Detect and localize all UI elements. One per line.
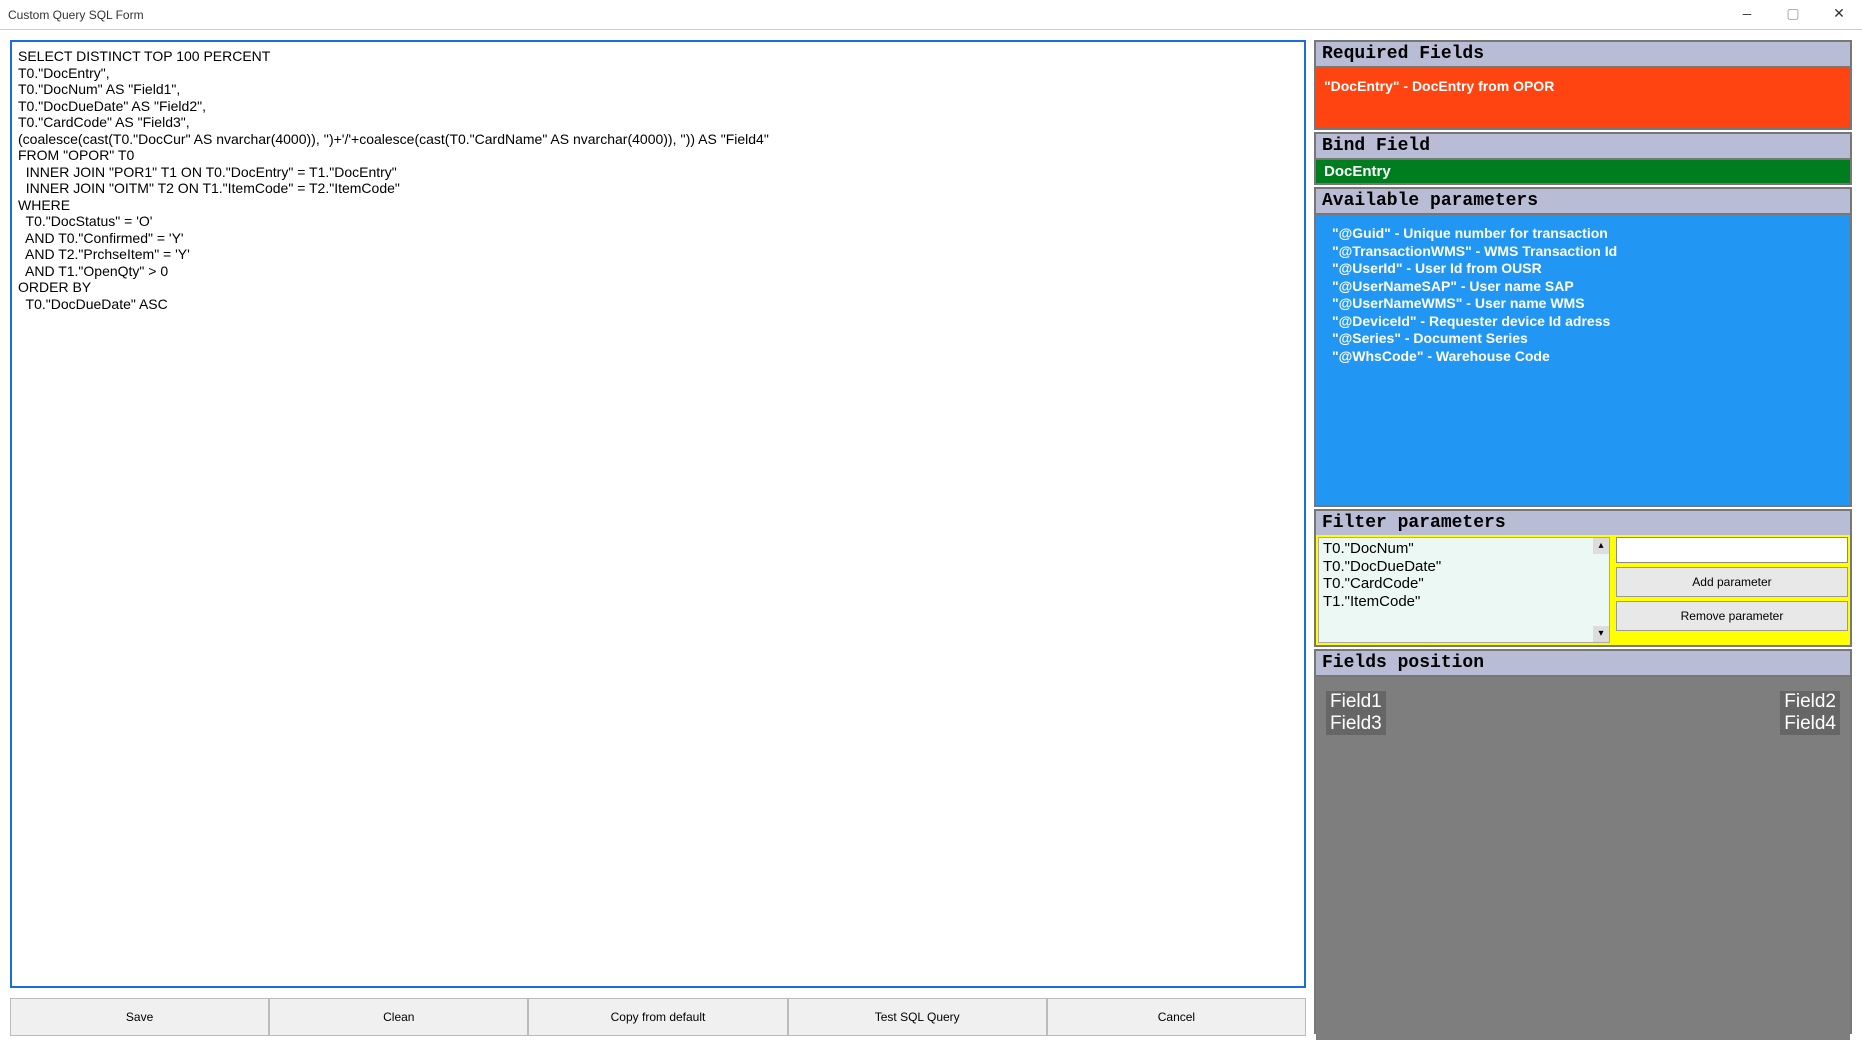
- required-fields-panel: Required Fields "DocEntry" - DocEntry fr…: [1314, 40, 1852, 130]
- fields-position-header: Fields position: [1316, 651, 1850, 677]
- param-item: "@UserNameSAP" - User name SAP: [1332, 278, 1834, 296]
- field-slot-2[interactable]: Field2: [1780, 691, 1840, 713]
- copy-default-button[interactable]: Copy from default: [528, 998, 787, 1036]
- window-title: Custom Query SQL Form: [8, 8, 144, 22]
- filter-parameters-panel: Filter parameters T0."DocNum" T0."DocDue…: [1314, 509, 1852, 647]
- param-item: "@Guid" - Unique number for transaction: [1332, 225, 1834, 243]
- filter-list[interactable]: T0."DocNum" T0."DocDueDate" T0."CardCode…: [1318, 537, 1610, 643]
- param-item: "@UserNameWMS" - User name WMS: [1332, 295, 1834, 313]
- param-item: "@TransactionWMS" - WMS Transaction Id: [1332, 243, 1834, 261]
- available-parameters-panel: Available parameters "@Guid" - Unique nu…: [1314, 187, 1852, 507]
- remove-parameter-button[interactable]: Remove parameter: [1616, 601, 1848, 631]
- filter-input[interactable]: [1616, 537, 1848, 563]
- required-field-item: "DocEntry" - DocEntry from OPOR: [1324, 78, 1842, 94]
- param-item: "@WhsCode" - Warehouse Code: [1332, 348, 1834, 366]
- fields-position-panel: Fields position Field1 Field2 Field3 Fie…: [1314, 649, 1852, 1034]
- available-parameters-header: Available parameters: [1316, 189, 1850, 215]
- required-fields-body: "DocEntry" - DocEntry from OPOR: [1316, 68, 1850, 128]
- save-button[interactable]: Save: [10, 998, 269, 1036]
- action-bar: Save Clean Copy from default Test SQL Qu…: [10, 998, 1306, 1036]
- sql-editor[interactable]: [10, 40, 1306, 988]
- bind-field-header: Bind Field: [1316, 134, 1850, 160]
- filter-item[interactable]: T0."CardCode": [1323, 575, 1605, 593]
- field-slot-3[interactable]: Field3: [1326, 713, 1386, 735]
- param-item: "@Series" - Document Series: [1332, 330, 1834, 348]
- bind-field-value: DocEntry: [1316, 160, 1850, 183]
- minimize-button[interactable]: —: [1724, 0, 1770, 30]
- cancel-button[interactable]: Cancel: [1047, 998, 1306, 1036]
- clean-button[interactable]: Clean: [269, 998, 528, 1036]
- add-parameter-button[interactable]: Add parameter: [1616, 567, 1848, 597]
- field-slot-1[interactable]: Field1: [1326, 691, 1386, 713]
- scroll-up-icon[interactable]: ▴: [1593, 538, 1609, 554]
- param-item: "@UserId" - User Id from OUSR: [1332, 260, 1834, 278]
- close-button[interactable]: ✕: [1816, 0, 1862, 30]
- required-fields-header: Required Fields: [1316, 42, 1850, 68]
- filter-item[interactable]: T0."DocDueDate": [1323, 558, 1605, 576]
- filter-item[interactable]: T1."ItemCode": [1323, 593, 1605, 611]
- available-parameters-body: "@Guid" - Unique number for transaction …: [1316, 215, 1850, 505]
- param-item: "@DeviceId" - Requester device Id adress: [1332, 313, 1834, 331]
- filter-item[interactable]: T0."DocNum": [1323, 540, 1605, 558]
- maximize-button[interactable]: ▢: [1770, 0, 1816, 30]
- title-bar: Custom Query SQL Form — ▢ ✕: [0, 0, 1862, 30]
- bind-field-panel: Bind Field DocEntry: [1314, 132, 1852, 185]
- scroll-down-icon[interactable]: ▾: [1593, 626, 1609, 642]
- filter-parameters-header: Filter parameters: [1316, 511, 1850, 535]
- test-sql-button[interactable]: Test SQL Query: [788, 998, 1047, 1036]
- field-slot-4[interactable]: Field4: [1780, 713, 1840, 735]
